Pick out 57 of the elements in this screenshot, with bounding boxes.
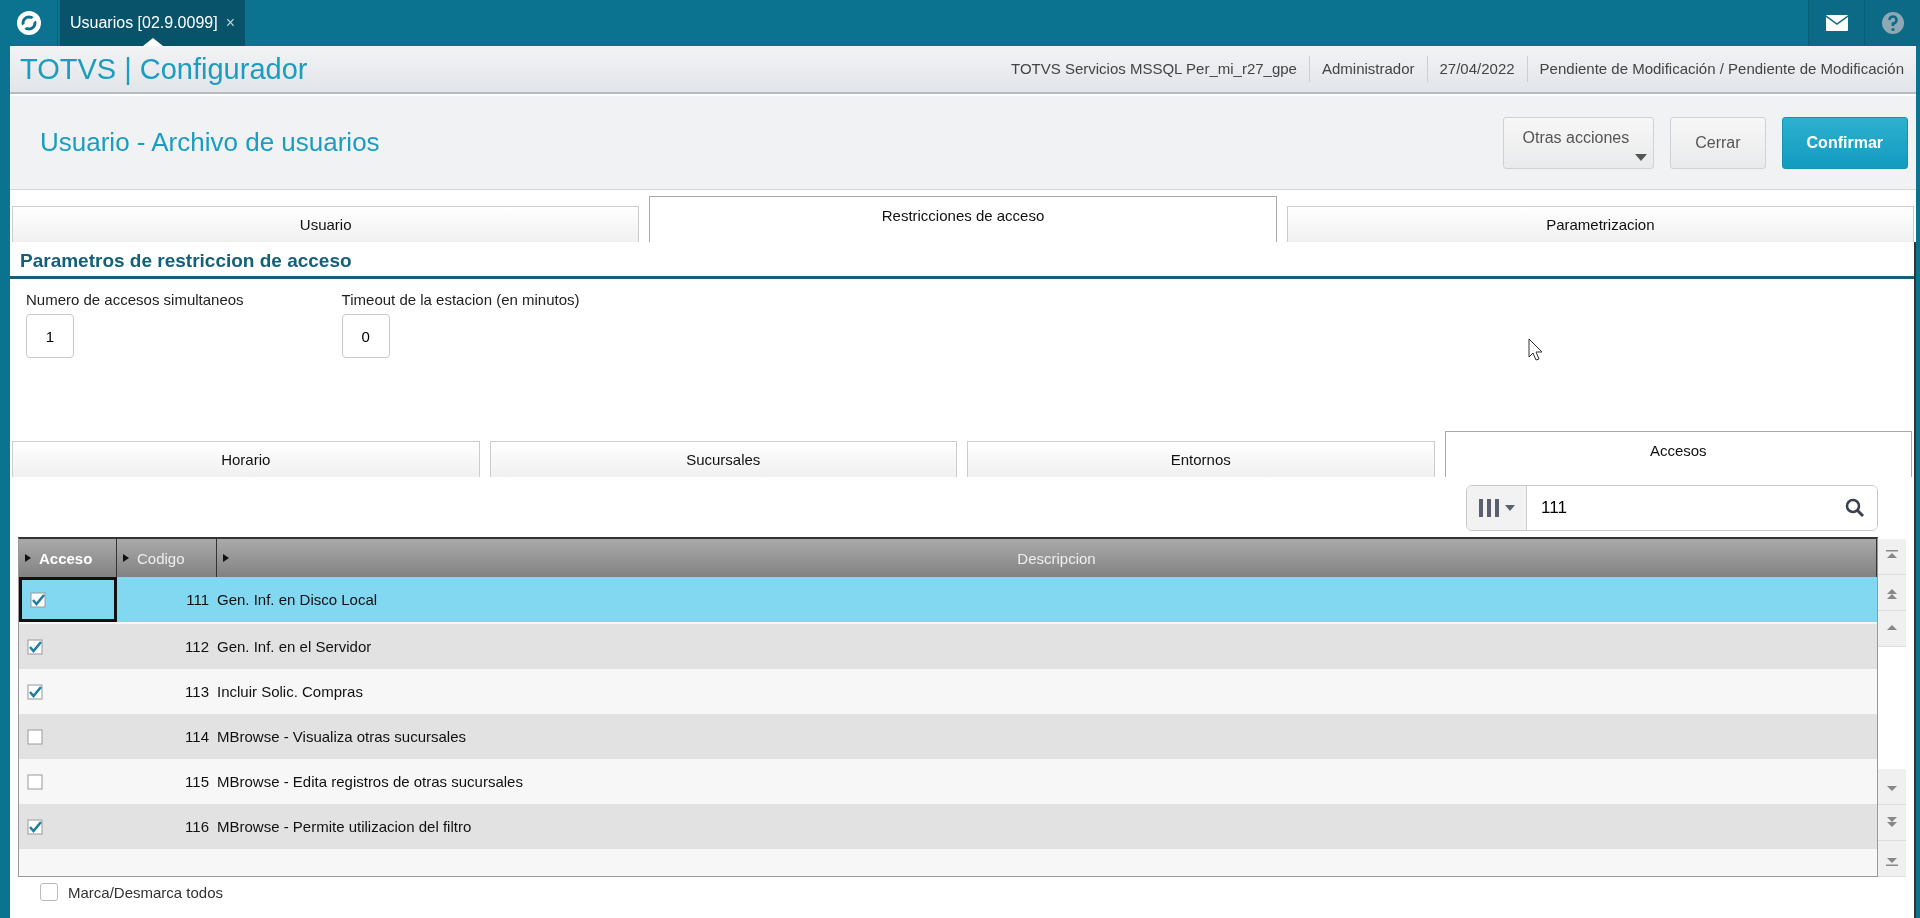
tab-label: Usuarios [02.9.0099] [70, 14, 218, 32]
tab[interactable]: Sucursales [489, 441, 957, 477]
checkbox[interactable] [40, 883, 58, 901]
action-button[interactable]: Cerrar [1670, 116, 1766, 169]
checkbox[interactable] [27, 773, 43, 790]
column-selector[interactable] [1467, 486, 1527, 530]
logo-icon[interactable] [14, 9, 43, 37]
mail-icon[interactable] [1825, 15, 1848, 31]
checkbox[interactable] [27, 638, 43, 655]
close-button[interactable]: × [225, 14, 235, 32]
table-cell-text: MBrowse - Permite utilizacion del filtro [217, 818, 473, 835]
field-label: Numero de accesos simultaneos [26, 291, 244, 308]
number-field[interactable]: 0 [341, 314, 390, 358]
table-cell-text: 112 [184, 638, 210, 655]
field-label: Timeout de la estacion (en minutos) [341, 291, 580, 308]
checkbox[interactable] [27, 683, 43, 700]
table-cell-text: 111 [185, 591, 210, 608]
checkbox[interactable] [27, 728, 43, 745]
tab-pointer-icon [142, 38, 163, 46]
help-icon[interactable] [1880, 11, 1905, 35]
header-info: 27/04/2022 [1426, 56, 1527, 82]
search-bar[interactable]: 111 [1466, 485, 1878, 531]
tab[interactable]: Accesos [1444, 431, 1912, 477]
checkbox-label[interactable]: Marca/Desmarca todos [68, 883, 224, 901]
table-cell-text: 114 [184, 728, 210, 745]
search-icon[interactable] [1845, 498, 1865, 518]
tab[interactable]: Restricciones de acceso [649, 196, 1277, 242]
tab[interactable]: Parametrizacion [1286, 206, 1914, 242]
table-cell-text: 115 [184, 773, 210, 790]
expand-icon[interactable] [123, 554, 129, 562]
table-cell-text: 116 [184, 818, 210, 835]
caret-icon [1504, 505, 1515, 511]
section-heading: Parametros de restriccion de acceso [10, 250, 1914, 279]
header-info: TOTVS Servicios MSSQL Per_mi_r27_gpe [1010, 59, 1298, 79]
table-cell-text: Incluir Solic. Compras [217, 683, 364, 700]
checkbox[interactable] [27, 818, 43, 835]
app-tab[interactable]: Usuarios [02.9.0099] × [60, 0, 245, 46]
table-cell-text: 113 [184, 683, 210, 700]
table-cell-text: MBrowse - Visualiza otras sucursales [217, 728, 467, 745]
menu-button[interactable]: Otras acciones [1503, 116, 1655, 169]
checkbox[interactable] [30, 591, 46, 608]
number-field[interactable]: 1 [26, 314, 74, 358]
expand-icon[interactable] [25, 554, 31, 562]
tab[interactable]: Entornos [967, 441, 1435, 477]
header-info: Pendiente de Modificación / Pendiente de Modificación [1526, 56, 1916, 82]
mouse-pointer-icon [1528, 338, 1544, 362]
table-cell-text: Gen. Inf. en Disco Local [217, 591, 379, 608]
table-cell-text: Gen. Inf. en el Servidor [217, 638, 373, 655]
expand-icon[interactable] [223, 554, 229, 562]
columns-icon [1478, 499, 1499, 517]
tab[interactable]: Horario [12, 441, 480, 477]
app-title: TOTVS | Configurador [20, 52, 308, 86]
page-title: Usuario - Archivo de usuarios [40, 127, 380, 158]
header-info: Administrador [1308, 56, 1427, 82]
caret-icon [1635, 153, 1648, 161]
tab[interactable]: Usuario [12, 206, 640, 242]
table-cell-text: MBrowse - Edita registros de otras sucursales [217, 773, 524, 790]
